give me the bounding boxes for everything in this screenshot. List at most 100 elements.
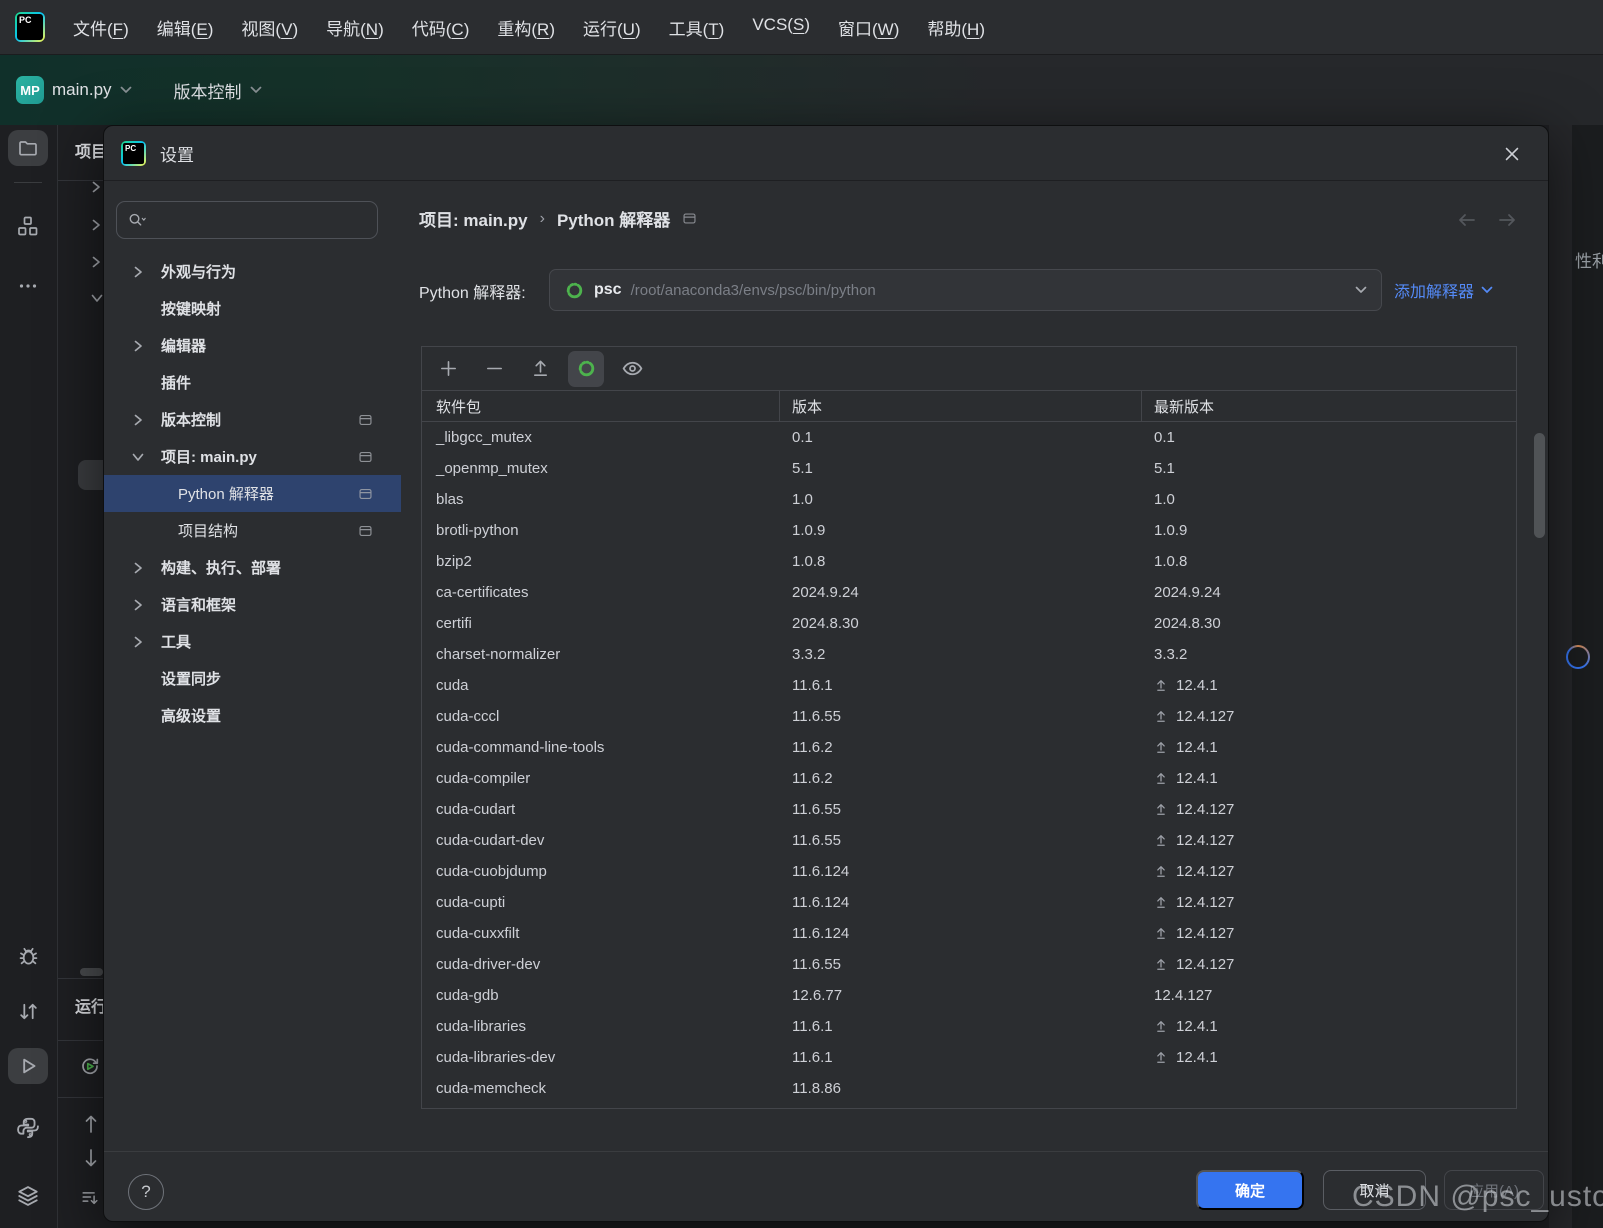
run-icon[interactable]: [8, 1048, 48, 1084]
menu-H[interactable]: 帮助(H): [927, 15, 985, 40]
nav-item-构建执行部署[interactable]: 构建、执行、部署: [104, 549, 401, 586]
table-row[interactable]: cuda-libraries-dev 11.6.1 12.4.1: [422, 1042, 1516, 1073]
package-name: cuda: [436, 677, 469, 694]
package-name: cuda-gdb: [436, 987, 499, 1004]
latest-version-text: 12.4.127: [1176, 894, 1235, 911]
nav-item-label: 按键映射: [161, 301, 222, 318]
chevron-right-icon[interactable]: [132, 561, 144, 575]
pycharm-logo-icon: PC: [15, 12, 45, 42]
table-row[interactable]: ca-certificates 2024.9.24 2024.9.24: [422, 577, 1516, 608]
nav-item-label: 工具: [161, 634, 192, 651]
forward-icon[interactable]: [1496, 209, 1518, 231]
chevron-right-icon[interactable]: [132, 635, 144, 649]
menu-V[interactable]: 视图(V): [241, 15, 298, 40]
layers-icon[interactable]: [8, 1178, 48, 1214]
table-row[interactable]: brotli-python 1.0.9 1.0.9: [422, 515, 1516, 546]
back-icon[interactable]: [1456, 209, 1478, 231]
chevron-right-icon[interactable]: [132, 339, 144, 353]
search-input[interactable]: [153, 210, 357, 230]
table-row[interactable]: cuda-command-line-tools 11.6.2 12.4.1: [422, 732, 1516, 763]
table-row[interactable]: blas 1.0 1.0: [422, 484, 1516, 515]
table-row[interactable]: cuda-compiler 11.6.2 12.4.1: [422, 763, 1516, 794]
upgrade-package-button[interactable]: [522, 351, 558, 387]
python-icon[interactable]: [8, 1110, 48, 1146]
ai-badge-fragment: [1566, 645, 1590, 669]
more-icon[interactable]: [8, 268, 48, 304]
breadcrumb-page[interactable]: Python 解释器: [557, 206, 670, 231]
nav-item-高级设置[interactable]: 高级设置: [104, 697, 401, 734]
table-row[interactable]: _openmp_mutex 5.1 5.1: [422, 453, 1516, 484]
menu-W[interactable]: 窗口(W): [838, 15, 899, 40]
table-row[interactable]: cuda-cuxxfilt 11.6.124 12.4.127: [422, 918, 1516, 949]
nav-item-项目main.py[interactable]: 项目: main.py: [104, 438, 401, 475]
nav-item-外观与行为[interactable]: 外观与行为: [104, 253, 401, 290]
table-row[interactable]: cuda-cupti 11.6.124 12.4.127: [422, 887, 1516, 918]
menu-E[interactable]: 编辑(E): [157, 15, 214, 40]
breadcrumb-project[interactable]: 项目: main.py: [419, 206, 528, 231]
chevron-down-icon[interactable]: [131, 451, 145, 463]
ok-button[interactable]: 确定: [1196, 1170, 1304, 1210]
table-row[interactable]: certifi 2024.8.30 2024.8.30: [422, 608, 1516, 639]
nav-item-工具[interactable]: 工具: [104, 623, 401, 660]
upgrade-arrow-icon: [1154, 802, 1168, 817]
table-row[interactable]: cuda-libraries 11.6.1 12.4.1: [422, 1011, 1516, 1042]
menu-S[interactable]: VCS(S): [752, 15, 810, 40]
project-panel-scrollbar[interactable]: [80, 968, 103, 976]
table-row[interactable]: cuda-cccl 11.6.55 12.4.127: [422, 701, 1516, 732]
nav-item-按键映射[interactable]: 按键映射: [104, 290, 401, 327]
menu-F[interactable]: 文件(F): [73, 15, 129, 40]
table-row[interactable]: cuda-gdb 12.6.77 12.4.127: [422, 980, 1516, 1011]
help-button[interactable]: ?: [128, 1174, 164, 1210]
content-scrollbar[interactable]: [1534, 433, 1545, 538]
package-version: 12.6.77: [792, 987, 843, 1004]
table-row[interactable]: cuda-memcheck 11.8.86: [422, 1073, 1516, 1104]
interpreter-select[interactable]: psc /root/anaconda3/envs/psc/bin/python: [549, 269, 1382, 311]
column-header-latest[interactable]: 最新版本: [1142, 391, 1516, 421]
nav-item-Python解释器[interactable]: Python 解释器: [104, 475, 401, 512]
latest-version-text: 12.4.1: [1176, 1018, 1218, 1035]
use-conda-toggle[interactable]: [568, 350, 604, 387]
menu-N[interactable]: 导航(N): [326, 15, 384, 40]
table-row[interactable]: bzip2 1.0.8 1.0.8: [422, 546, 1516, 577]
table-row[interactable]: cuda 11.6.1 12.4.1: [422, 670, 1516, 701]
nav-item-设置同步[interactable]: 设置同步: [104, 660, 401, 697]
uninstall-package-button[interactable]: [476, 351, 512, 387]
project-widget[interactable]: MP main.py: [16, 76, 132, 104]
monitor-icon: [358, 449, 373, 464]
show-early-releases-toggle[interactable]: [614, 351, 650, 387]
menu-U[interactable]: 运行(U): [583, 15, 641, 40]
structure-icon[interactable]: [8, 208, 48, 244]
column-header-version[interactable]: 版本: [780, 391, 1142, 421]
table-row[interactable]: cuda-driver-dev 11.6.55 12.4.127: [422, 949, 1516, 980]
install-package-button[interactable]: [430, 351, 466, 387]
nav-item-项目结构[interactable]: 项目结构: [104, 512, 401, 549]
nav-item-语言和框架[interactable]: 语言和框架: [104, 586, 401, 623]
table-row[interactable]: _libgcc_mutex 0.1 0.1: [422, 422, 1516, 453]
close-icon[interactable]: [1498, 140, 1526, 168]
upgrade-arrow-icon: [1154, 771, 1168, 786]
table-row[interactable]: cuda-cuobjdump 11.6.124 12.4.127: [422, 856, 1516, 887]
nav-item-插件[interactable]: 插件: [104, 364, 401, 401]
chevron-right-icon[interactable]: [132, 265, 144, 279]
table-row[interactable]: cuda-cudart 11.6.55 12.4.127: [422, 794, 1516, 825]
add-interpreter-link[interactable]: 添加解释器: [1394, 278, 1493, 302]
vcs-widget[interactable]: 版本控制: [174, 78, 262, 103]
package-latest: 0.1: [1142, 429, 1516, 446]
folder-icon[interactable]: [8, 130, 48, 166]
upgrade-arrow-icon: [1154, 957, 1168, 972]
table-row[interactable]: charset-normalizer 3.3.2 3.3.2: [422, 639, 1516, 670]
column-header-package[interactable]: 软件包: [422, 391, 780, 421]
table-row[interactable]: cuda-cudart-dev 11.6.55 12.4.127: [422, 825, 1516, 856]
bug-icon[interactable]: [8, 937, 48, 973]
settings-search[interactable]: [116, 201, 378, 239]
chevron-right-icon[interactable]: [132, 598, 144, 612]
menu-C[interactable]: 代码(C): [412, 15, 470, 40]
package-version: 11.6.2: [792, 770, 833, 787]
nav-item-版本控制[interactable]: 版本控制: [104, 401, 401, 438]
menu-T[interactable]: 工具(T): [669, 15, 725, 40]
nav-item-编辑器[interactable]: 编辑器: [104, 327, 401, 364]
latest-version-text: 12.4.127: [1176, 708, 1235, 725]
menu-R[interactable]: 重构(R): [497, 15, 555, 40]
updown-icon[interactable]: [8, 993, 48, 1029]
chevron-right-icon[interactable]: [132, 413, 144, 427]
